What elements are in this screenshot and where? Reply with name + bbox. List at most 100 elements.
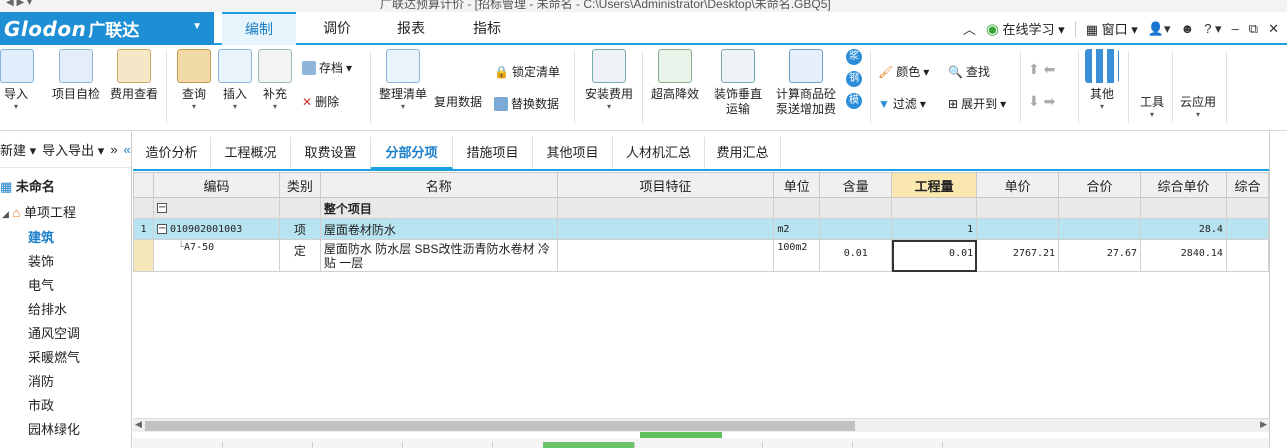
cell-composite-total[interactable] xyxy=(1225,218,1269,240)
cloud-app-button[interactable]: 云应用 ▾ xyxy=(1176,95,1220,119)
bottom-tab[interactable] xyxy=(313,442,403,448)
tree-item-hvac[interactable]: 通风空调 xyxy=(28,323,80,342)
height-reduce-button[interactable]: 超高降效 xyxy=(648,49,702,102)
project-check-button[interactable]: 项目自检 xyxy=(48,49,104,102)
tree-item-landscape[interactable]: 园林绿化 xyxy=(28,419,80,438)
header-code[interactable]: 编码 xyxy=(152,172,280,198)
concrete-pump-button[interactable]: 计算商品砼 泵送增加费 xyxy=(774,49,838,117)
cell-unit[interactable] xyxy=(773,197,821,219)
cell-total-price[interactable]: 27.67 xyxy=(1058,239,1141,272)
cell-total-price[interactable] xyxy=(1058,197,1141,219)
header-feature[interactable]: 项目特征 xyxy=(556,172,775,198)
tab-labor-material-summary[interactable]: 人材机汇总 xyxy=(613,137,705,169)
move-up-button[interactable]: ⬆ ⬅ xyxy=(1028,61,1055,78)
chevron-down-icon[interactable]: ▼ xyxy=(192,21,202,32)
query-button[interactable]: 查询 ▾ xyxy=(174,49,214,111)
vertical-scrollbar[interactable] xyxy=(1269,131,1287,448)
header-name[interactable]: 名称 xyxy=(319,172,558,198)
restore-icon[interactable]: ⧉ xyxy=(1249,21,1258,37)
cell-unit[interactable]: 100m2 xyxy=(773,239,821,272)
bottom-tab-active[interactable] xyxy=(543,442,635,448)
cell-feature[interactable] xyxy=(556,239,775,272)
tab-fee-settings[interactable]: 取费设置 xyxy=(291,137,371,169)
header-total-price[interactable]: 合价 xyxy=(1058,172,1141,198)
cell-composite-unit-price[interactable]: 28.4 xyxy=(1140,218,1227,240)
cell-composite-total[interactable] xyxy=(1225,197,1269,219)
tree-item-plumbing[interactable]: 给排水 xyxy=(28,299,67,318)
help-button[interactable]: ? ▾ xyxy=(1204,21,1221,37)
expand-to-button[interactable]: ⊞ 展开到 ▾ xyxy=(948,95,1006,112)
cell-feature[interactable] xyxy=(556,197,775,219)
horizontal-scrollbar[interactable]: ◀ ▶ xyxy=(133,418,1269,432)
save-archive-button[interactable]: 存档 ▾ xyxy=(302,59,352,76)
window-menu-button[interactable]: ▦ 窗口 ▾ xyxy=(1086,19,1138,38)
cell-feature[interactable] xyxy=(556,218,775,240)
import-button[interactable]: 导入 ▾ xyxy=(0,49,34,111)
cell-unit-price[interactable]: 2767.21 xyxy=(976,239,1060,272)
header-unit[interactable]: 单位 xyxy=(773,172,821,198)
header-composite-unit-price[interactable]: 综合单价 xyxy=(1140,172,1227,198)
cell-quantity[interactable]: 0.01 xyxy=(891,239,978,272)
tree-item-municipal[interactable]: 市政 xyxy=(28,395,54,414)
header-composite-total[interactable]: 综合 xyxy=(1225,172,1269,198)
header-quantity[interactable]: 工程量 xyxy=(891,172,978,198)
cell-name[interactable]: 屋面防水 防水层 SBS改性沥青防水卷材 冷贴 一层 xyxy=(319,239,558,272)
bottom-tab[interactable] xyxy=(403,442,493,448)
table-row[interactable]: − 整个项目 xyxy=(133,197,1269,219)
table-row[interactable]: 1 −010902001003 项 屋面卷材防水 m2 1 28.4 xyxy=(133,218,1269,240)
cell-unit-price[interactable] xyxy=(976,197,1060,219)
scrollbar-thumb[interactable] xyxy=(145,421,855,431)
minimize-icon[interactable]: – xyxy=(1232,21,1239,36)
badge-steel[interactable]: 钢 xyxy=(846,71,862,87)
filter-button[interactable]: ▼ 过滤 ▾ xyxy=(878,95,926,112)
quick-access-icons[interactable]: ◀ ▶ ▾ xyxy=(6,0,32,8)
tree-item-heating-gas[interactable]: 采暖燃气 xyxy=(28,347,80,366)
bottom-tab[interactable] xyxy=(223,442,313,448)
badge-slurry[interactable]: 浆 xyxy=(846,49,862,65)
fee-view-button[interactable]: 费用查看 xyxy=(108,49,160,102)
bottom-tab[interactable] xyxy=(763,442,853,448)
color-button[interactable]: 🖌 颜色 ▾ xyxy=(878,63,929,80)
tab-indicators[interactable]: 指标 xyxy=(450,12,524,45)
tab-price-adjust[interactable]: 调价 xyxy=(300,12,374,45)
replace-data-button[interactable]: 替换数据 xyxy=(494,95,559,112)
cell-composite-unit-price[interactable] xyxy=(1140,197,1227,219)
vertical-transport-button[interactable]: 装饰垂直 运输 xyxy=(710,49,766,117)
supplement-button[interactable]: 补充 ▾ xyxy=(258,49,292,111)
move-down-button[interactable]: ⬇ ➡ xyxy=(1028,93,1055,110)
tab-fee-summary[interactable]: 费用汇总 xyxy=(705,137,781,169)
install-fee-button[interactable]: 安装费用 ▾ xyxy=(582,49,636,111)
cell-type[interactable]: 定 xyxy=(278,239,321,272)
tab-project-overview[interactable]: 工程概况 xyxy=(211,137,291,169)
cell-content[interactable]: 0.01 xyxy=(819,239,893,272)
insert-button[interactable]: 插入 ▾ xyxy=(218,49,252,111)
lock-list-button[interactable]: 🔒 锁定清单 xyxy=(494,63,560,80)
cell-content[interactable] xyxy=(819,218,893,240)
scroll-right-icon[interactable]: ▶ xyxy=(1260,419,1267,430)
tab-edit[interactable]: 编制 xyxy=(222,12,296,45)
collapse-toggle-icon[interactable]: − xyxy=(156,202,167,213)
cell-composite-unit-price[interactable]: 2840.14 xyxy=(1140,239,1227,272)
cell-quantity[interactable] xyxy=(891,197,978,219)
cell-unit-price[interactable] xyxy=(976,218,1060,240)
other-button[interactable]: 其他 ▾ xyxy=(1084,49,1120,111)
bottom-tab[interactable] xyxy=(133,442,223,448)
tab-other-items[interactable]: 其他项目 xyxy=(533,137,613,169)
cell-name[interactable]: 整个项目 xyxy=(319,197,558,219)
cell-composite-total[interactable] xyxy=(1225,239,1269,272)
scroll-left-icon[interactable]: ◀ xyxy=(135,419,142,430)
tab-sub-items[interactable]: 分部分项 xyxy=(371,137,453,169)
reuse-data-button[interactable]: 复用数据 xyxy=(434,93,482,110)
cell-name[interactable]: 屋面卷材防水 xyxy=(319,218,558,240)
user-icon[interactable]: 👤▾ xyxy=(1148,21,1171,37)
tree-item-electrical[interactable]: 电气 xyxy=(28,275,54,294)
bottom-tab[interactable] xyxy=(673,442,763,448)
cell-type[interactable] xyxy=(278,197,321,219)
header-unit-price[interactable]: 单价 xyxy=(976,172,1060,198)
tree-item-decoration[interactable]: 装饰 xyxy=(28,251,54,270)
find-button[interactable]: 🔍 查找 xyxy=(948,63,990,80)
cell-type[interactable]: 项 xyxy=(278,218,321,240)
tab-reports[interactable]: 报表 xyxy=(374,12,448,45)
cell-code[interactable]: −010902001003 xyxy=(152,218,280,240)
tools-button[interactable]: 工具 ▾ xyxy=(1134,95,1170,119)
